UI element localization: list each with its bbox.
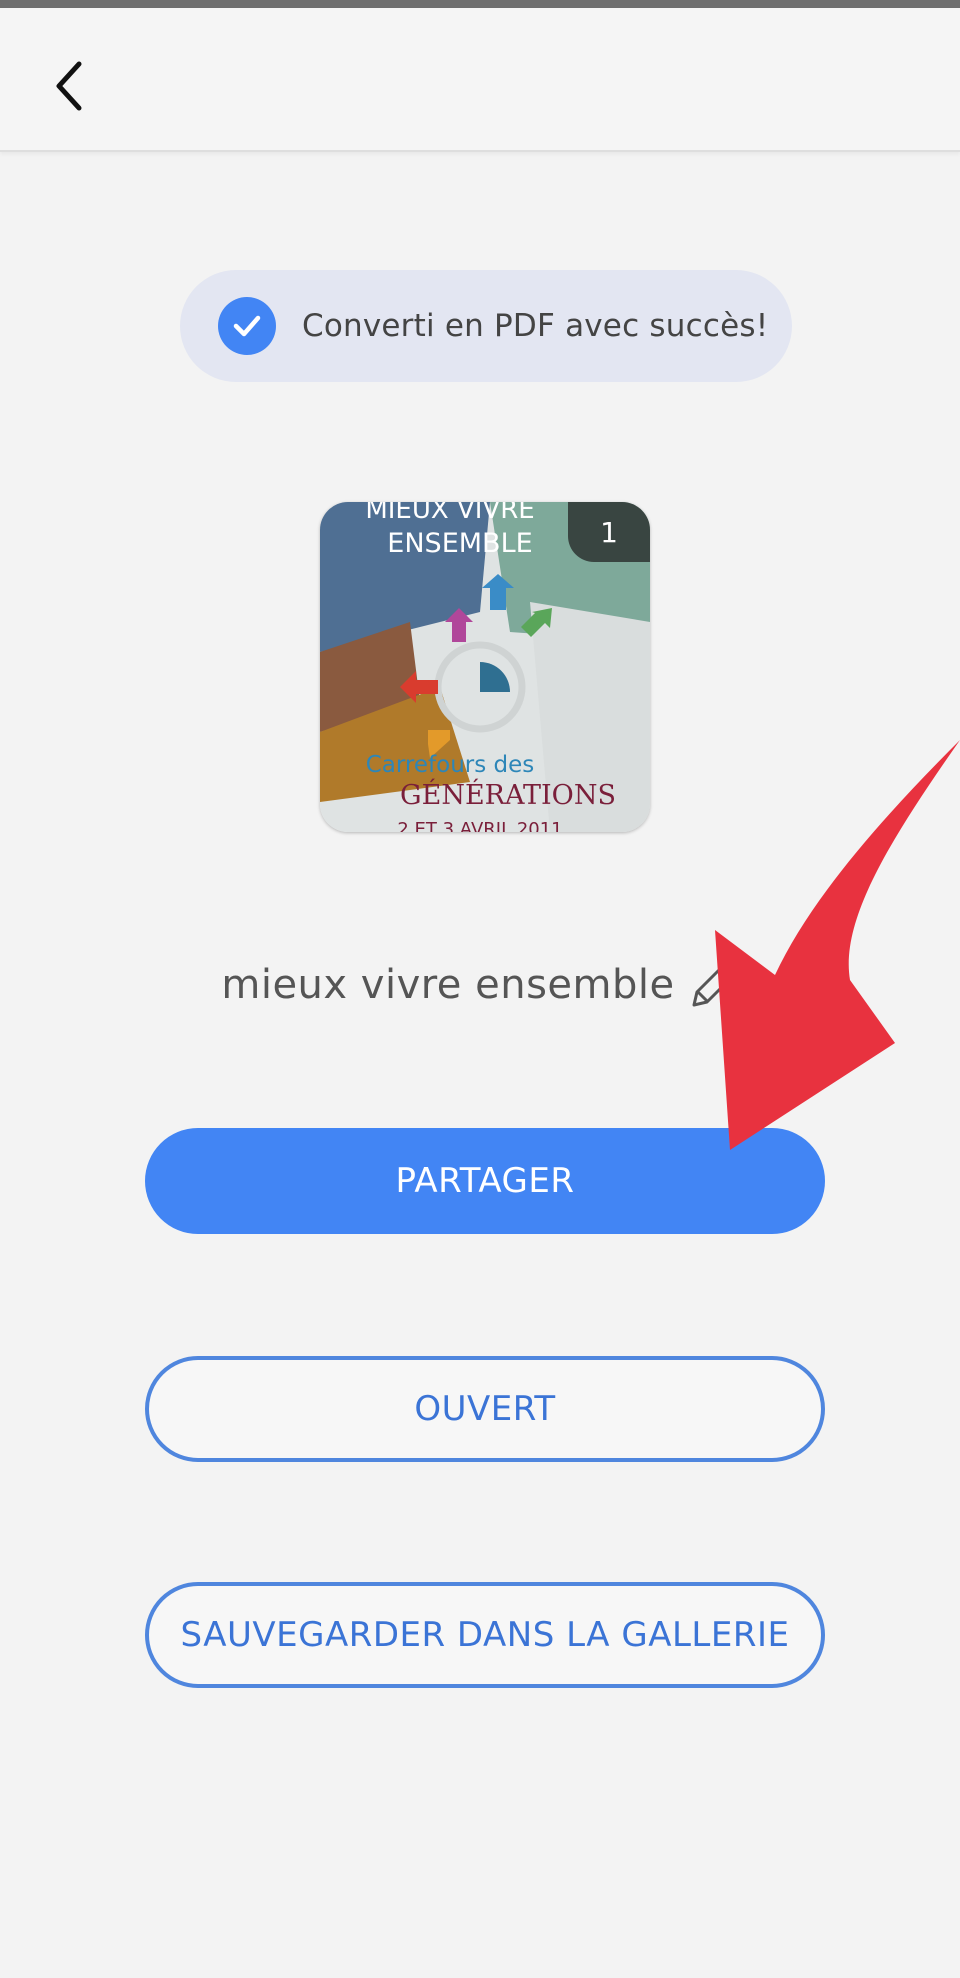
annotation-arrow [715,740,960,1150]
poster-subtitle: Carrefours des [366,752,535,778]
poster-headline: GÉNÉRATIONS [400,778,616,811]
page-count-badge: 1 [568,502,650,562]
back-button[interactable] [36,48,106,124]
poster-title-line-2: ENSEMBLE [387,528,532,559]
open-button[interactable]: OUVERT [145,1356,825,1462]
save-to-gallery-button[interactable]: SAUVEGARDER DANS LA GALLERIE [145,1582,825,1688]
document-thumbnail[interactable]: MIEUX VIVRE ENSEMBLE Carrefours des GÉNÉ… [320,502,650,832]
top-app-bar [0,8,960,152]
poster-title-line-1: MIEUX VIVRE [365,502,534,525]
pdf-conversion-result-screen: Converti en PDF avec succès! MIEUX VIVRE… [0,0,960,1978]
document-filename: mieux vivre ensemble [221,962,675,1008]
success-banner: Converti en PDF avec succès! [180,270,792,382]
success-message: Converti en PDF avec succès! [302,308,769,344]
check-circle-icon [218,297,276,355]
status-bar [0,0,960,8]
poster-date: 2 ET 3 AVRIL 2011 [397,819,562,832]
chevron-left-icon [56,61,82,111]
